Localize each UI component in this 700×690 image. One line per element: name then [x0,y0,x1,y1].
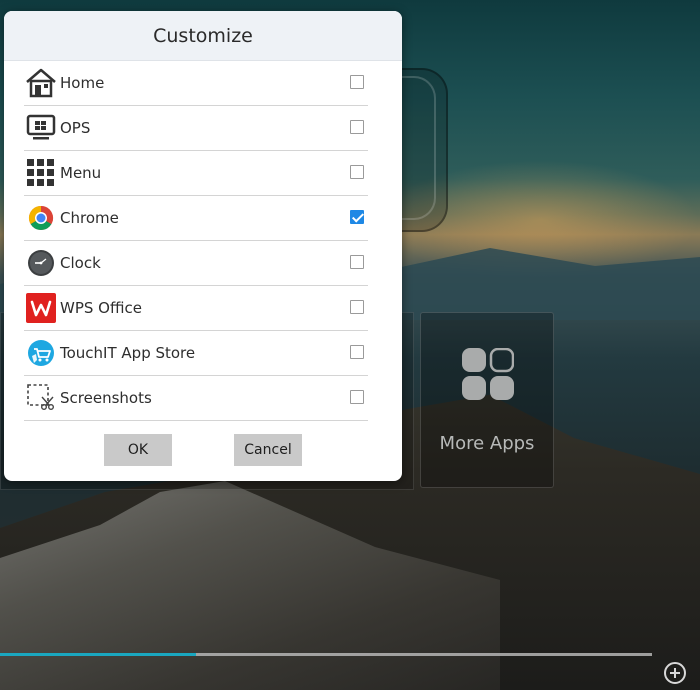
list-item-label: Home [60,74,105,92]
list-item-screenshots[interactable]: Screenshots [24,376,368,421]
list-item-label: WPS Office [60,299,142,317]
checkbox-clock[interactable] [350,255,364,269]
grid-menu-icon [25,157,57,189]
checkbox-home[interactable] [350,75,364,89]
ops-icon [25,112,57,144]
list-item-label: Chrome [60,209,119,227]
more-apps-tile[interactable]: More Apps [420,312,554,488]
checkbox-menu[interactable] [350,165,364,179]
ok-button[interactable]: OK [104,434,172,466]
wps-office-icon [25,292,57,324]
list-item-label: TouchIT App Store [60,344,196,362]
page-progress-bar [0,653,652,656]
clock-icon [25,247,57,279]
list-item-clock[interactable]: Clock [24,241,368,286]
chrome-icon [25,202,57,234]
customize-list: Home OPS Menu Chrome Clock WPS Office To… [24,61,368,421]
cancel-button[interactable]: Cancel [234,434,302,466]
list-item-touchit-app-store[interactable]: TouchIT App Store [24,331,368,376]
list-item-wps-office[interactable]: WPS Office [24,286,368,331]
checkbox-ops[interactable] [350,120,364,134]
checkbox-screenshots[interactable] [350,390,364,404]
list-item-menu[interactable]: Menu [24,151,368,196]
list-item-label: Screenshots [60,389,152,407]
more-apps-label: More Apps [439,433,535,454]
list-item-label: Menu [60,164,102,182]
add-circle-icon[interactable] [664,662,686,684]
checkbox-wps-office[interactable] [350,300,364,314]
home-icon [25,67,57,99]
list-item-label: OPS [60,119,91,137]
dialog-header: Customize [4,11,402,61]
screenshot-icon [25,382,57,414]
customize-dialog: Customize Home OPS Menu Chrome Clock WPS… [4,11,402,481]
home-screen: More Apps Customize Home OPS Menu Chrome… [0,0,700,690]
checkbox-touchit-app-store[interactable] [350,345,364,359]
list-item-home[interactable]: Home [24,61,368,106]
dialog-title: Customize [153,24,253,47]
list-item-label: Clock [60,254,101,272]
list-item-ops[interactable]: OPS [24,106,368,151]
checkbox-chrome[interactable] [350,210,364,224]
list-item-chrome[interactable]: Chrome [24,196,368,241]
apps-grid-icon [462,348,514,400]
page-progress-fill [0,653,196,656]
app-store-icon [25,337,57,369]
